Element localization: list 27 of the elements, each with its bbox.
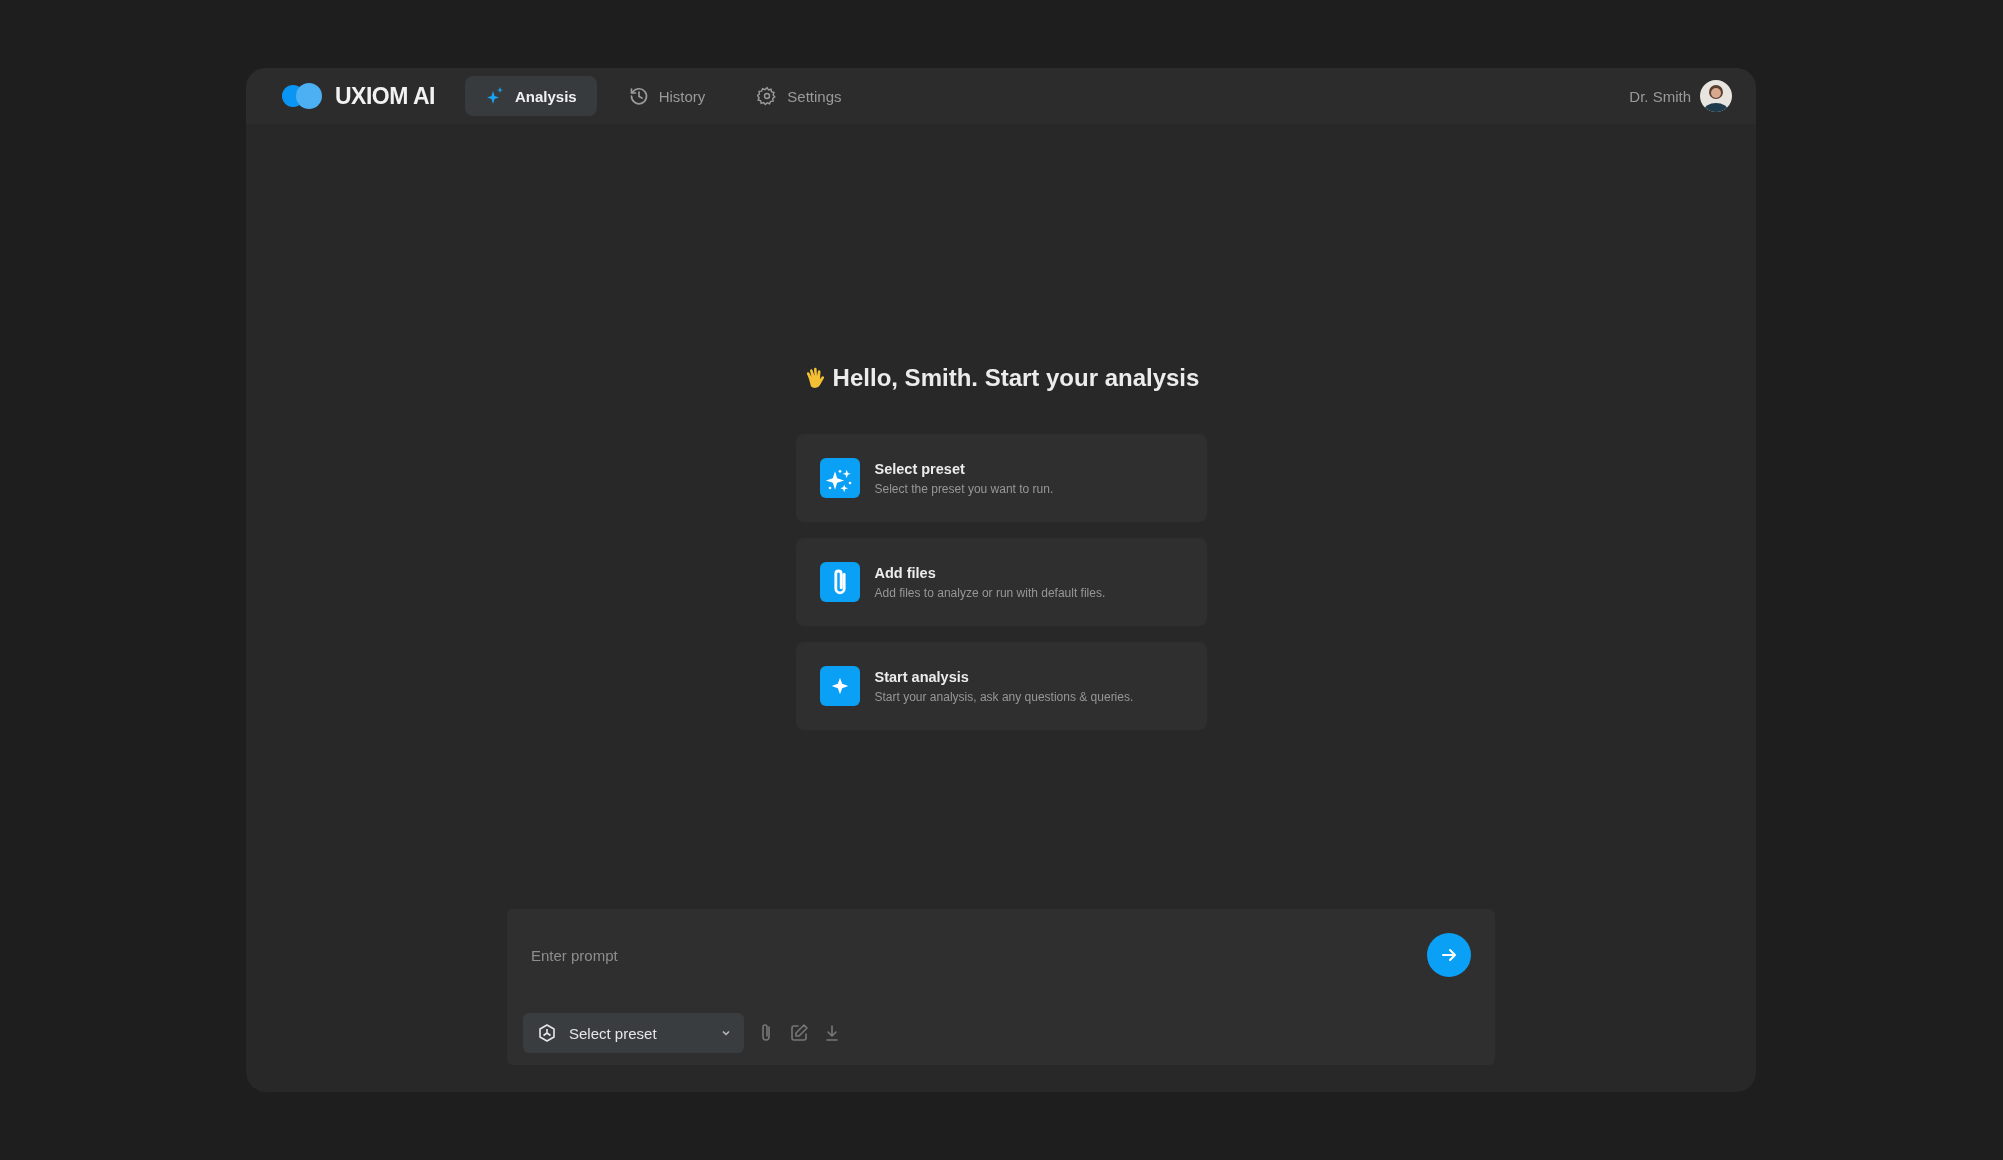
user-name: Dr. Smith: [1629, 87, 1691, 105]
sparkle-icon: [819, 666, 860, 706]
logo-icon: [280, 83, 325, 109]
avatar[interactable]: [1700, 80, 1732, 112]
card-description: Start your analysis, ask any questions & queries.: [874, 689, 1134, 704]
nav-tab[interactable]: History: [608, 76, 726, 116]
card-description: Select the preset you want to run.: [874, 481, 1054, 496]
send-button[interactable]: [1427, 933, 1471, 977]
nav-tab[interactable]: Settings: [737, 76, 862, 116]
edit-icon[interactable]: [788, 1022, 810, 1044]
action-card[interactable]: Select preset Select the preset you want to run.: [795, 434, 1207, 522]
brand-name: UXIOM AI: [335, 82, 435, 110]
card-title: Select preset: [874, 460, 966, 477]
card-description: Add files to analyze or run with default files.: [874, 585, 1106, 600]
card-title: Add files: [874, 564, 937, 581]
preset-dropdown[interactable]: Select preset: [523, 1013, 744, 1053]
paperclip-icon: [819, 562, 860, 602]
prompt-field[interactable]: Enter prompt: [523, 946, 1427, 964]
action-card[interactable]: Start analysis Start your analysis, ask any questions & queries.: [795, 642, 1207, 730]
sparkles-icon: [819, 458, 860, 498]
hexagon-icon: [537, 1023, 557, 1043]
nav-tab[interactable]: Analysis: [464, 76, 597, 116]
action-card[interactable]: Add files Add files to analyze or run with default files.: [795, 538, 1207, 626]
card-title: Start analysis: [874, 668, 970, 685]
settings-icon: [757, 86, 778, 106]
greeting-heading: Hello, Smith. Start your analysis: [832, 364, 1200, 392]
history-icon: [628, 86, 649, 106]
